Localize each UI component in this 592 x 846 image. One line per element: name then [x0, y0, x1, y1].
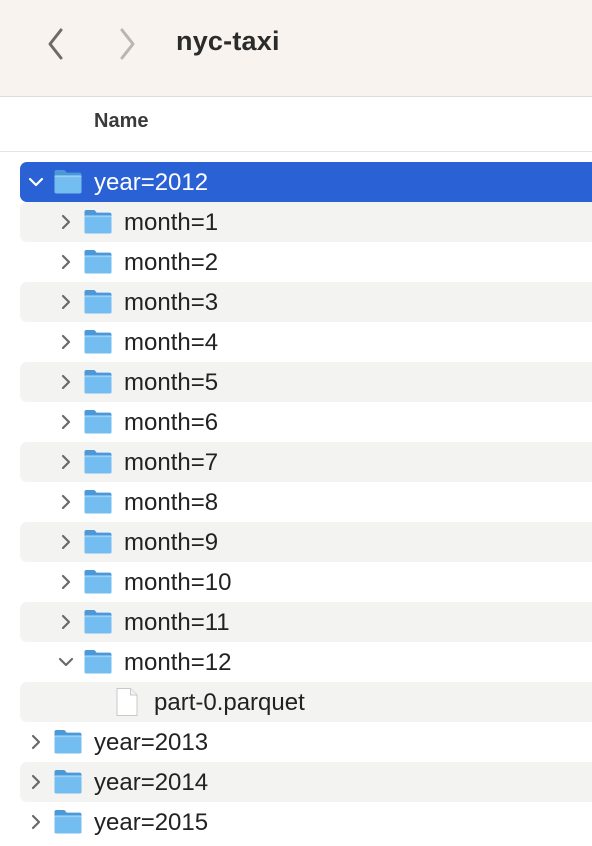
column-header-name[interactable]: Name — [94, 110, 148, 133]
folder-row[interactable]: year=2015 — [20, 802, 592, 842]
disclosure-triangle[interactable] — [56, 532, 76, 552]
forward-button[interactable] — [109, 24, 145, 64]
file-row[interactable]: part-0.parquet — [20, 682, 592, 722]
chevron-down-icon — [28, 177, 44, 187]
chevron-right-icon — [61, 334, 71, 350]
file-name: part-0.parquet — [154, 689, 305, 716]
disclosure-triangle[interactable] — [56, 452, 76, 472]
folder-icon — [84, 410, 112, 434]
folder-row[interactable]: month=1 — [20, 202, 592, 242]
folder-name: month=3 — [124, 289, 219, 316]
disclosure-triangle[interactable] — [26, 172, 46, 192]
folder-row[interactable]: year=2013 — [20, 722, 592, 762]
disclosure-triangle[interactable] — [56, 212, 76, 232]
folder-name: month=10 — [124, 569, 232, 596]
chevron-right-icon — [120, 28, 135, 60]
folder-name: month=5 — [124, 369, 219, 396]
disclosure-triangle[interactable] — [26, 812, 46, 832]
disclosure-triangle[interactable] — [56, 572, 76, 592]
folder-row[interactable]: year=2012 — [20, 162, 592, 202]
back-button[interactable] — [38, 24, 74, 64]
chevron-right-icon — [61, 254, 71, 270]
chevron-right-icon — [61, 494, 71, 510]
folder-row[interactable]: month=12 — [20, 642, 592, 682]
folder-icon — [84, 570, 112, 594]
chevron-down-icon — [58, 657, 74, 667]
folder-icon — [84, 250, 112, 274]
chevron-right-icon — [61, 214, 71, 230]
folder-name: month=8 — [124, 489, 219, 516]
folder-icon — [54, 810, 82, 834]
disclosure-triangle[interactable] — [56, 412, 76, 432]
folder-row[interactable]: month=2 — [20, 242, 592, 282]
folder-icon — [84, 530, 112, 554]
folder-name: month=9 — [124, 529, 219, 556]
chevron-right-icon — [61, 294, 71, 310]
disclosure-triangle[interactable] — [56, 372, 76, 392]
chevron-right-icon — [61, 374, 71, 390]
disclosure-triangle[interactable] — [26, 772, 46, 792]
window-title: nyc-taxi — [176, 26, 280, 56]
folder-row[interactable]: month=5 — [20, 362, 592, 402]
folder-row[interactable]: month=8 — [20, 482, 592, 522]
folder-icon — [84, 290, 112, 314]
folder-icon — [54, 730, 82, 754]
folder-name: year=2013 — [94, 729, 209, 756]
folder-name: month=1 — [124, 209, 219, 236]
folder-icon — [54, 170, 82, 194]
folder-name: year=2015 — [94, 809, 209, 836]
folder-name: year=2012 — [94, 169, 209, 196]
toolbar: nyc-taxi — [0, 0, 592, 97]
folder-icon — [54, 770, 82, 794]
folder-name: month=11 — [124, 609, 230, 636]
document-icon — [116, 688, 138, 716]
chevron-right-icon — [31, 814, 41, 830]
folder-name: year=2014 — [94, 769, 209, 796]
disclosure-triangle[interactable] — [56, 252, 76, 272]
folder-row[interactable]: month=9 — [20, 522, 592, 562]
disclosure-triangle[interactable] — [56, 492, 76, 512]
folder-row[interactable]: year=2014 — [20, 762, 592, 802]
folder-name: month=7 — [124, 449, 219, 476]
folder-row[interactable]: month=4 — [20, 322, 592, 362]
chevron-right-icon — [61, 574, 71, 590]
folder-icon — [84, 450, 112, 474]
chevron-right-icon — [61, 614, 71, 630]
disclosure-triangle[interactable] — [56, 332, 76, 352]
folder-name: month=2 — [124, 249, 219, 276]
chevron-right-icon — [31, 774, 41, 790]
disclosure-triangle[interactable] — [56, 612, 76, 632]
chevron-left-icon — [48, 28, 63, 60]
folder-name: month=12 — [124, 649, 232, 676]
folder-icon — [84, 610, 112, 634]
folder-icon — [84, 490, 112, 514]
folder-row[interactable]: month=7 — [20, 442, 592, 482]
chevron-right-icon — [61, 454, 71, 470]
folder-name: month=6 — [124, 409, 219, 436]
folder-icon — [84, 370, 112, 394]
folder-row[interactable]: month=6 — [20, 402, 592, 442]
folder-icon — [84, 210, 112, 234]
folder-name: month=4 — [124, 329, 219, 356]
disclosure-triangle[interactable] — [26, 732, 46, 752]
chevron-right-icon — [61, 534, 71, 550]
chevron-right-icon — [61, 414, 71, 430]
finder-window: nyc-taxi Name year=2012 month=1 month=2 mon… — [0, 0, 592, 846]
folder-icon — [84, 330, 112, 354]
folder-row[interactable]: month=10 — [20, 562, 592, 602]
folder-row[interactable]: month=11 — [20, 602, 592, 642]
folder-icon — [84, 650, 112, 674]
column-header: Name — [0, 97, 592, 152]
chevron-right-icon — [31, 734, 41, 750]
disclosure-triangle[interactable] — [56, 652, 76, 672]
folder-row[interactable]: month=3 — [20, 282, 592, 322]
disclosure-triangle[interactable] — [56, 292, 76, 312]
